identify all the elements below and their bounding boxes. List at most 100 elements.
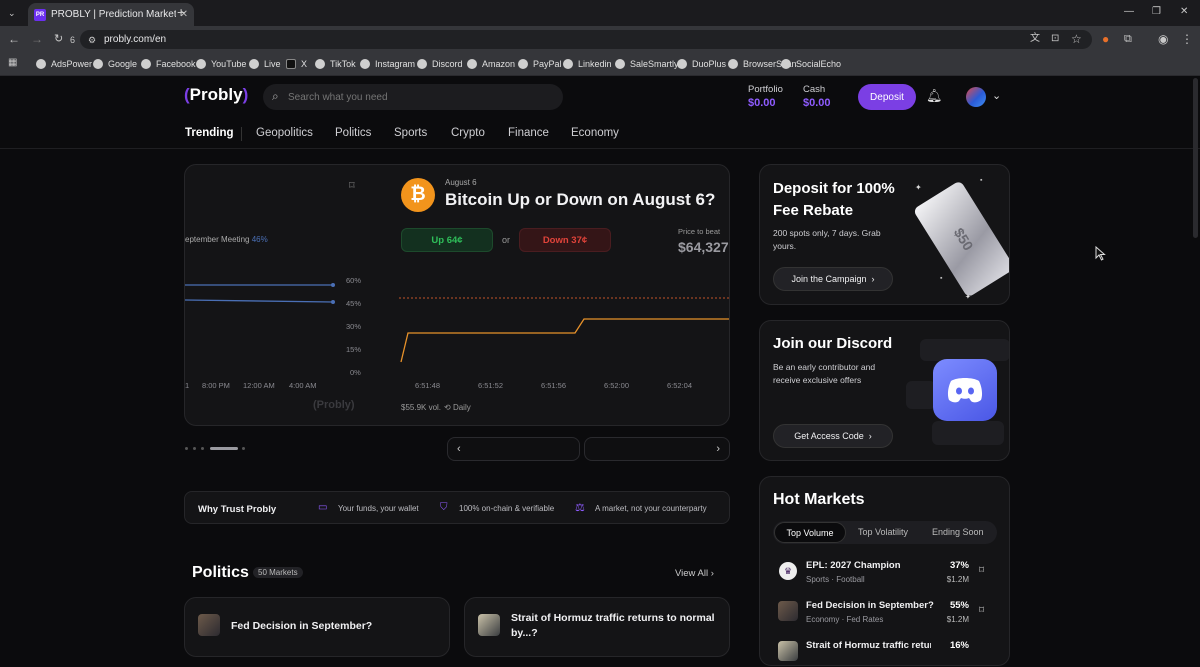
price-to-beat-label: Price to beat [678, 227, 721, 236]
address-bar[interactable] [80, 30, 1092, 49]
hot-row-title: EPL: 2027 Champion [806, 560, 901, 571]
confetti-icon: ✦ [915, 183, 922, 192]
nav-finance[interactable]: Finance [508, 127, 549, 139]
globe-icon [677, 59, 687, 69]
restore-icon[interactable]: ❐ [1152, 5, 1161, 19]
carousel-dot-active[interactable] [210, 447, 238, 450]
carousel-dot[interactable] [201, 447, 204, 450]
reload-icon[interactable]: ↻ [54, 32, 63, 46]
profile-icon[interactable]: ◉ [1158, 32, 1168, 46]
bookmark-icon[interactable]: ⌑ [349, 179, 355, 192]
hot-market-row[interactable]: Fed Decision in September? Economy · Fed… [773, 597, 997, 629]
ticket-image: $50 [912, 180, 1009, 298]
hot-markets-card: Hot Markets Top Volume Top Volatility En… [759, 476, 1010, 666]
globe-icon [196, 59, 206, 69]
globe-icon [93, 59, 103, 69]
bookmark-item[interactable]: SocialEcho [781, 56, 841, 72]
y-tick: 45% [346, 299, 362, 308]
chevron-down-icon[interactable]: ⌄ [992, 89, 1001, 102]
carousel-dot[interactable] [193, 447, 196, 450]
shield-icon: ⛉ [440, 502, 448, 513]
market-card[interactable]: Fed Decision in September? [184, 597, 450, 657]
apps-grid-icon[interactable]: ▦ [8, 56, 17, 70]
hot-row-category: Economy · Fed Rates [806, 615, 884, 624]
view-all-link[interactable]: View All › [675, 568, 714, 579]
join-campaign-button[interactable]: Join the Campaign › [773, 267, 893, 291]
tab-top-volume[interactable]: Top Volume [774, 522, 846, 543]
search-input[interactable] [288, 89, 548, 105]
probly-watermark: (Probly) [313, 399, 355, 411]
nav-crypto[interactable]: Crypto [451, 127, 485, 139]
globe-icon [315, 59, 325, 69]
nav-trending[interactable]: Trending [185, 127, 234, 139]
tab-top-volatility[interactable]: Top Volatility [858, 527, 908, 537]
left-chart [185, 283, 335, 304]
bookmark-item[interactable]: DuoPlus [677, 56, 726, 72]
tab-title: PROBLY | Prediction Markets M [51, 9, 176, 20]
market-title[interactable]: Bitcoin Up or Down on August 6? [445, 190, 715, 210]
globe-icon [518, 59, 528, 69]
translate-icon[interactable]: 文 [1030, 32, 1040, 46]
get-access-code-button[interactable]: Get Access Code › [773, 424, 893, 448]
bookmark-item[interactable]: Discord [417, 56, 463, 72]
carousel-dot[interactable] [185, 447, 188, 450]
x-tick: 6:51:48 [415, 381, 441, 390]
forward-icon[interactable]: → [31, 32, 43, 46]
bell-icon[interactable]: 🔔︎ [926, 88, 943, 104]
hot-row-category: Sports · Football [806, 575, 865, 584]
hot-row-title: Strait of Hormuz traffic return [806, 640, 931, 651]
market-thumbnail [198, 614, 220, 636]
window-close-icon[interactable]: ✕ [1180, 5, 1188, 19]
deposit-button[interactable]: Deposit [858, 84, 916, 110]
probly-logo[interactable]: (Probly) [184, 85, 248, 105]
tab-ending-soon[interactable]: Ending Soon [932, 527, 984, 537]
browser-tab[interactable]: PR PROBLY | Prediction Markets M ✕ [28, 3, 194, 26]
site-info-icon[interactable]: ⚙ [88, 33, 96, 47]
bookmark-item[interactable]: Linkedin [563, 56, 612, 72]
bookmark-item[interactable]: AdsPower [36, 56, 92, 72]
nav-economy[interactable]: Economy [571, 127, 619, 139]
bookmark-icon[interactable]: ⌑ [979, 605, 984, 616]
carousel-next-button[interactable]: › [584, 437, 730, 461]
extensions-icon[interactable]: ⧉ [1124, 32, 1132, 46]
nav-geopolitics[interactable]: Geopolitics [256, 127, 313, 139]
hot-market-row[interactable]: Strait of Hormuz traffic return 16% [773, 637, 997, 667]
tab-search-icon[interactable]: ⌄ [8, 6, 16, 20]
cash-value[interactable]: $0.00 [803, 97, 831, 109]
bookmark-item[interactable]: PayPal [518, 56, 562, 72]
buy-up-button[interactable]: Up 64¢ [401, 228, 493, 252]
carousel-prev-button[interactable]: ‹ [447, 437, 580, 461]
discord-promo-card: Join our Discord Be an early contributor… [759, 320, 1010, 461]
buy-down-button[interactable]: Down 37¢ [519, 228, 611, 252]
minimize-icon[interactable]: — [1124, 5, 1134, 19]
url-text[interactable]: probly.com/en [104, 34, 166, 45]
bookmark-item[interactable]: Instagram [360, 56, 415, 72]
bookmark-item[interactable]: X [286, 56, 307, 72]
bookmark-item[interactable]: YouTube [196, 56, 246, 72]
bookmark-item[interactable]: Live [249, 56, 281, 72]
nav-politics[interactable]: Politics [335, 127, 371, 139]
bookmark-item[interactable]: Amazon [467, 56, 515, 72]
bookmark-item[interactable]: SaleSmartly [615, 56, 679, 72]
bookmark-item[interactable]: Facebook [141, 56, 196, 72]
install-icon[interactable]: ⊡ [1051, 32, 1059, 46]
carousel-dot[interactable] [242, 447, 245, 450]
bookmark-icon[interactable]: ⌑ [979, 565, 984, 576]
new-tab-icon[interactable]: + [177, 5, 185, 19]
page-scrollbar[interactable] [1193, 78, 1198, 238]
search-box[interactable]: ⌕ [263, 84, 563, 110]
x-tick: 6:51:56 [541, 381, 567, 390]
browser-menu-icon[interactable]: ⋮ [1181, 32, 1193, 46]
bookmark-star-icon[interactable]: ☆ [1071, 32, 1082, 46]
hot-market-row[interactable]: ♛ EPL: 2027 Champion Sports · Football 3… [773, 557, 997, 589]
decor-block [932, 421, 1004, 445]
extension-fox-icon[interactable]: ● [1102, 32, 1109, 46]
back-icon[interactable]: ← [8, 32, 20, 46]
confetti-icon: ▪ [980, 177, 983, 184]
portfolio-value[interactable]: $0.00 [748, 97, 776, 109]
nav-sports[interactable]: Sports [394, 127, 427, 139]
avatar[interactable] [966, 87, 986, 107]
market-card[interactable]: Strait of Hormuz traffic returns to norm… [464, 597, 730, 657]
bookmark-item[interactable]: TikTok [315, 56, 356, 72]
bookmark-item[interactable]: Google [93, 56, 137, 72]
